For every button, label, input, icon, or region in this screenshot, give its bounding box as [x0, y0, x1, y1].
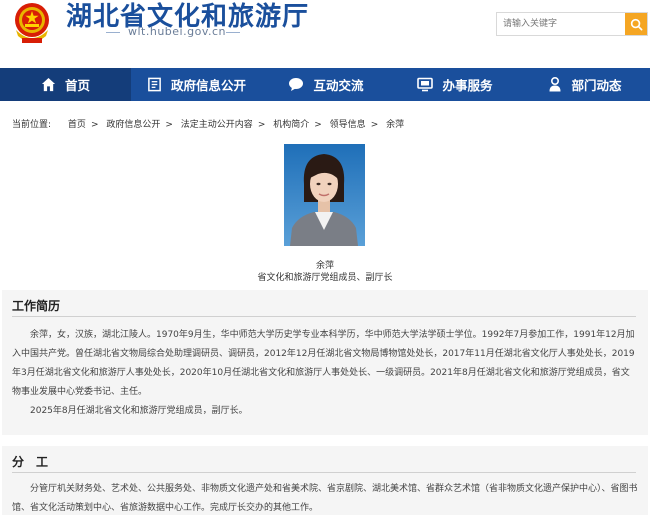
duty-divider	[12, 472, 636, 473]
nav-item-gov-info[interactable]: 政府信息公开	[131, 68, 262, 101]
leader-portrait	[284, 144, 365, 246]
nav-item-label: 办事服务	[442, 78, 493, 93]
url-divider-right	[226, 32, 240, 33]
resume-divider	[12, 316, 636, 317]
breadcrumb-separator: >	[314, 120, 322, 130]
breadcrumb-item-legal-content[interactable]: 法定主动公开内容	[181, 117, 253, 130]
nav-item-label: 政府信息公开	[170, 78, 246, 93]
breadcrumb-label: 当前位置:	[12, 120, 52, 130]
nav-item-label: 互动交流	[313, 78, 364, 93]
resume-heading: 工作简历	[12, 299, 61, 313]
main-nav: 首页 政府信息公开 互动交流 办事服务 部门动态	[0, 68, 650, 101]
breadcrumb-item-leaders[interactable]: 领导信息	[330, 117, 366, 130]
site-header: 湖北省文化和旅游厅 wlt.hubei.gov.cn	[0, 0, 650, 68]
breadcrumb: 当前位置: 首页 > 政府信息公开 > 法定主动公开内容 > 机构简介 > 领导信息 > …	[12, 117, 404, 130]
nav-item-services[interactable]: 办事服务	[390, 68, 520, 101]
site-url-block: wlt.hubei.gov.cn	[106, 25, 242, 39]
person-icon	[548, 77, 562, 92]
breadcrumb-separator: >	[257, 120, 266, 130]
chat-bubble-icon	[288, 77, 304, 92]
breadcrumb-separator: >	[165, 120, 173, 130]
resume-paragraph: 余萍，女，汉族，湖北江陵人。1970年9月生，华中师范大学历史学专业本科学历，华…	[12, 330, 635, 397]
duty-section: 分 工 分管厅机关财务处、艺术处、公共服务处、非物质文化遗产处和省美术院、省京剧…	[2, 446, 648, 515]
search-button[interactable]	[625, 13, 647, 35]
nav-item-interaction[interactable]: 互动交流	[262, 68, 390, 101]
search-box	[496, 12, 648, 36]
nav-item-dept-news[interactable]: 部门动态	[520, 68, 650, 101]
duty-paragraph: 分管厅机关财务处、艺术处、公共服务处、非物质文化遗产处和省美术院、省京剧院、湖北…	[12, 484, 638, 513]
search-icon	[630, 18, 642, 30]
resume-paragraph: 2025年8月任湖北省文化和旅游厅党组成员，副厅长。	[30, 406, 248, 416]
breadcrumb-item-gov-info[interactable]: 政府信息公开	[106, 117, 160, 130]
breadcrumb-separator: >	[370, 120, 379, 130]
breadcrumb-item-current: 余萍	[386, 120, 405, 130]
nav-item-label: 首页	[64, 78, 90, 93]
resume-section: 工作简历 余萍，女，汉族，湖北江陵人。1970年9月生，华中师范大学历史学专业本…	[2, 290, 648, 435]
person-title: 省文化和旅游厅党组成员、副厅长	[257, 273, 393, 283]
home-icon	[41, 77, 56, 92]
search-input[interactable]	[497, 13, 625, 35]
breadcrumb-separator: >	[90, 120, 99, 130]
url-divider-left	[106, 32, 120, 33]
national-emblem-icon	[15, 3, 49, 43]
breadcrumb-item-home[interactable]: 首页	[68, 117, 86, 130]
duty-heading: 分 工	[12, 455, 49, 469]
breadcrumb-item-org-intro[interactable]: 机构简介	[273, 117, 309, 130]
resume-body: 余萍，女，汉族，湖北江陵人。1970年9月生，华中师范大学历史学专业本科学历，华…	[12, 326, 638, 421]
nav-item-home[interactable]: 首页	[0, 68, 131, 101]
nav-item-label: 部门动态	[571, 78, 622, 93]
site-url: wlt.hubei.gov.cn	[128, 25, 226, 38]
document-icon	[147, 77, 162, 92]
duty-body: 分管厅机关财务处、艺术处、公共服务处、非物质文化遗产处和省美术院、省京剧院、湖北…	[12, 480, 638, 515]
monitor-icon	[417, 77, 434, 92]
